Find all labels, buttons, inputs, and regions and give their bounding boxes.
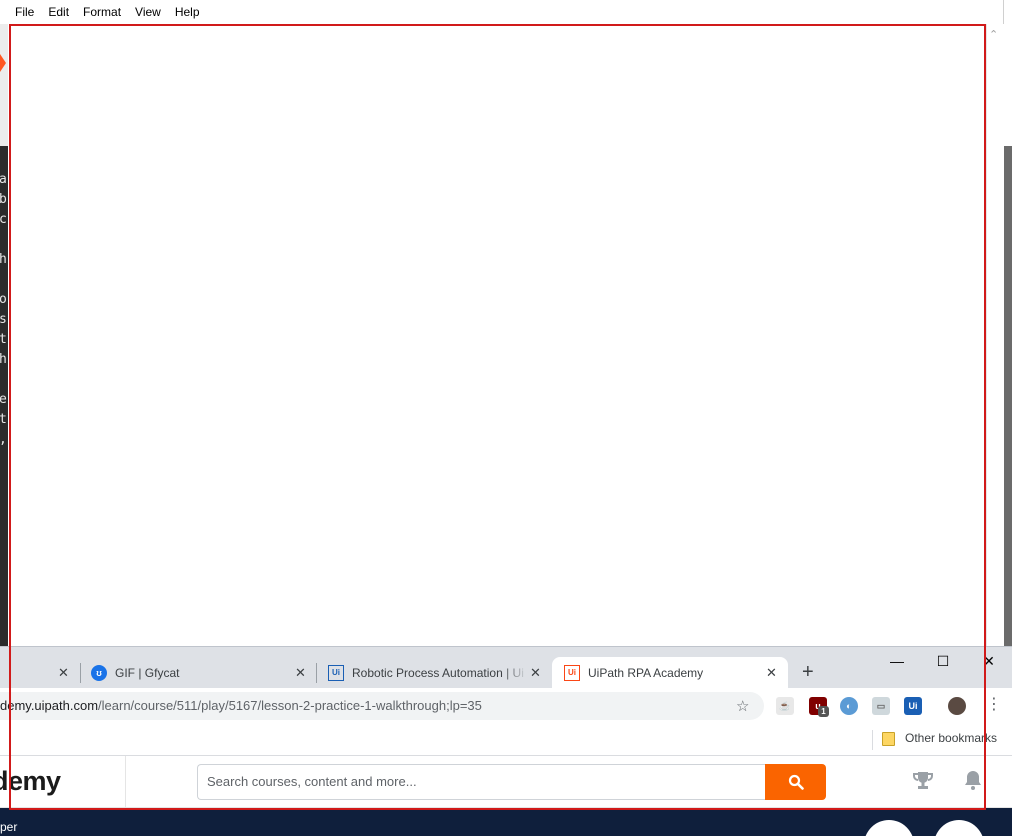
profile-avatar[interactable] (948, 697, 966, 715)
background-code-editor: a b c h o s t h e t , (0, 146, 8, 646)
new-tab-button[interactable]: + (802, 661, 814, 684)
scroll-up-icon[interactable]: ⌃ (989, 28, 998, 41)
close-window-button[interactable]: ✕ (966, 647, 1012, 675)
code-char: t (0, 332, 7, 347)
notepad-scrollbar[interactable]: ⌃ (986, 24, 1004, 646)
url-host: demy.uipath.com (0, 698, 99, 713)
bookmarks-separator (872, 730, 873, 750)
close-icon[interactable]: ✕ (530, 665, 541, 681)
gfycat-icon: ʊ (91, 665, 107, 681)
chrome-menu-icon[interactable]: ⋮ (986, 694, 1002, 713)
other-bookmarks[interactable]: Other bookmarks (905, 731, 997, 745)
address-bar[interactable]: demy.uipath.com/learn/course/511/play/51… (0, 692, 764, 720)
tab-partial[interactable]: ✕ (0, 657, 80, 689)
tab-title: UiPath RPA Academy (588, 666, 704, 680)
close-icon[interactable]: ✕ (58, 665, 69, 681)
close-icon[interactable]: ✕ (766, 665, 777, 681)
trophy-icon[interactable] (912, 770, 934, 792)
menu-view[interactable]: View (128, 0, 168, 24)
uipath-icon: Ui (564, 665, 580, 681)
minimize-button[interactable]: — (874, 647, 920, 675)
coffee-icon[interactable]: ☕ (776, 697, 794, 715)
chrome-tab-strip: ✕ ʊ GIF | Gfycat ✕ Ui Robotic Process Au… (0, 646, 1012, 689)
extension-badge: 1 (818, 706, 829, 717)
chrome-toolbar: demy.uipath.com/learn/course/511/play/51… (0, 688, 1012, 724)
academy-header: demy Search courses, content and more... (0, 756, 1012, 808)
bookmark-star-icon[interactable]: ☆ (736, 697, 749, 715)
code-char: h (0, 352, 7, 367)
maximize-button[interactable]: ☐ (920, 647, 966, 675)
search-icon (788, 774, 804, 790)
tab-title: GIF | Gfycat (115, 666, 180, 680)
notepad-menubar: File Edit Format View Help (0, 0, 1004, 24)
tab-separator (316, 663, 317, 683)
notepad-text-area[interactable] (8, 24, 986, 646)
folder-icon (882, 732, 895, 746)
nav-circle-button[interactable] (864, 820, 914, 836)
tab-separator (80, 663, 81, 683)
academy-logo[interactable]: demy (0, 766, 61, 797)
search-input[interactable]: Search courses, content and more... (197, 764, 765, 800)
code-char: o (0, 292, 7, 307)
tab-gfycat[interactable]: ʊ GIF | Gfycat ✕ (91, 657, 316, 689)
code-char: e (0, 392, 7, 407)
menu-help[interactable]: Help (168, 0, 207, 24)
nav-circle-button[interactable] (934, 820, 984, 836)
menu-format[interactable]: Format (76, 0, 128, 24)
code-char: a (0, 172, 7, 187)
subnav-text[interactable]: per (0, 820, 17, 834)
tab-uipath-rpa-academy[interactable]: Ui UiPath RPA Academy ✕ (552, 657, 788, 689)
edge-like-icon[interactable]: ◐ (840, 697, 858, 715)
code-char: c (0, 212, 7, 227)
url-path: /learn/course/511/play/5167/lesson-2-pra… (98, 698, 482, 713)
code-char: t (0, 412, 7, 427)
header-divider (125, 756, 126, 808)
screen: a b c h o s t h e t , File Edit Format V… (0, 0, 1012, 836)
close-icon[interactable]: ✕ (295, 665, 306, 681)
code-char: h (0, 252, 7, 267)
menu-edit[interactable]: Edit (41, 0, 76, 24)
background-panel (1004, 146, 1012, 646)
code-char: b (0, 192, 7, 207)
uipath-icon: Ui (328, 665, 344, 681)
academy-subnav: per (0, 808, 1012, 836)
bell-icon[interactable] (962, 769, 984, 791)
uipath-ext-icon[interactable]: Ui (904, 697, 922, 715)
menu-file[interactable]: File (8, 0, 41, 24)
bookmarks-bar: Other bookmarks (0, 724, 1012, 756)
tab-robotic-process-automation[interactable]: Ui Robotic Process Automation | Ui ✕ (328, 657, 552, 689)
code-char: , (0, 432, 7, 447)
background-window-right (1004, 0, 1012, 646)
arrow-icon (0, 54, 6, 72)
cast-icon[interactable]: ▭ (872, 697, 890, 715)
tab-title: Robotic Process Automation | Ui (352, 666, 524, 680)
code-char: s (0, 312, 7, 327)
search-button[interactable] (765, 764, 826, 800)
